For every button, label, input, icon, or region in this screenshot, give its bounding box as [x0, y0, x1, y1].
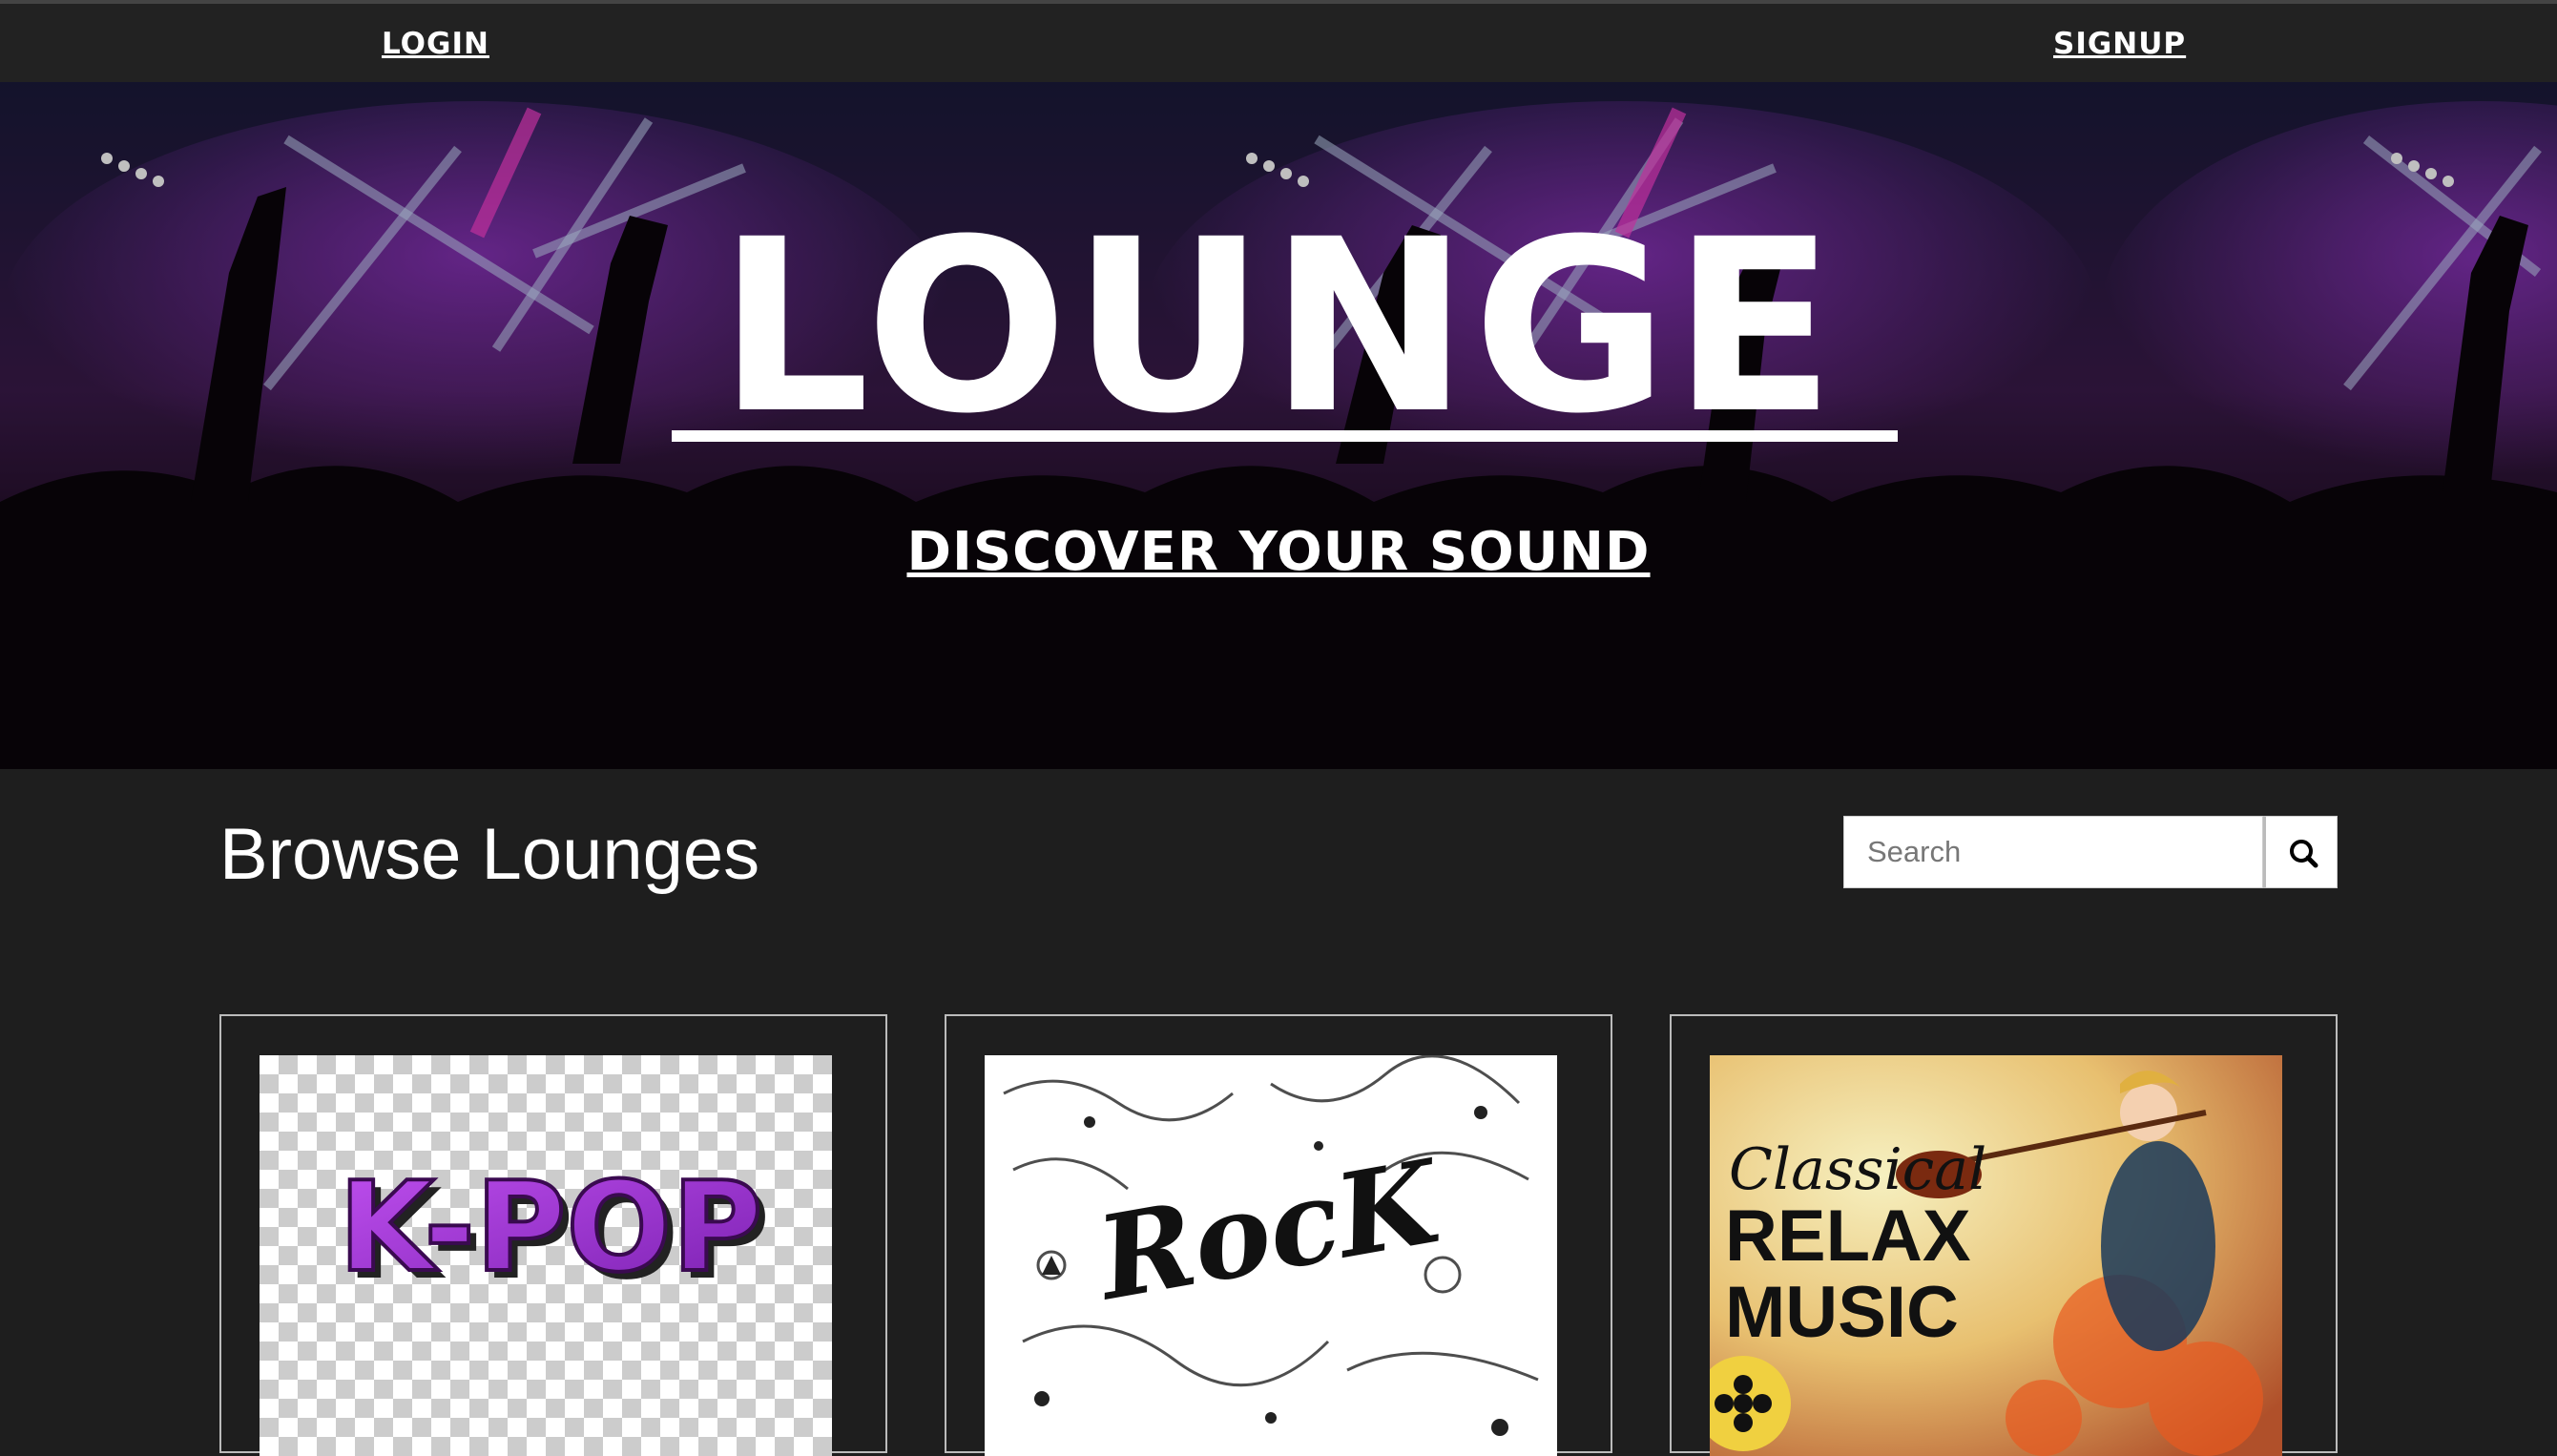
lounge-image-kpop[interactable]: K-POP K-POP	[260, 1055, 832, 1456]
svg-text:Classical: Classical	[1729, 1136, 1986, 1203]
browse-heading: Browse Lounges	[219, 814, 760, 895]
svg-text:MUSIC: MUSIC	[1725, 1272, 1959, 1353]
classical-music-image: Classical RELAX MUSIC	[1710, 1055, 2282, 1456]
top-nav-bar: LOGIN SIGNUP	[0, 0, 2557, 82]
hero-subtitle: DISCOVER YOUR SOUND	[906, 521, 1651, 583]
svg-text:RocK: RocK	[1086, 1134, 1452, 1326]
search-button[interactable]	[2263, 816, 2338, 888]
hero-title: LOUNGE	[717, 188, 1840, 466]
search-input[interactable]	[1843, 816, 2263, 888]
kpop-logo-image: K-POP K-POP	[337, 1153, 770, 1307]
login-link[interactable]: LOGIN	[382, 27, 489, 61]
lounge-card-kpop[interactable]: K-POP K-POP	[219, 1014, 887, 1456]
lounge-card-rock[interactable]: RocK	[945, 1014, 1612, 1456]
signup-link[interactable]: SIGNUP	[2053, 27, 2186, 61]
hero-banner: LOUNGE DISCOVER YOUR SOUND	[0, 82, 2557, 769]
lounge-card-classical[interactable]: Classical RELAX MUSIC	[1670, 1014, 2338, 1456]
lounge-image-rock[interactable]: RocK	[985, 1055, 1557, 1456]
hero-title-underline	[672, 430, 1898, 442]
svg-text:RELAX: RELAX	[1725, 1196, 1971, 1277]
rock-graffiti-image: RocK	[1003, 1055, 1539, 1436]
svg-text:K-POP: K-POP	[339, 1154, 762, 1300]
search-bar	[1843, 816, 2338, 888]
search-icon	[2290, 840, 2318, 868]
lounge-image-classical[interactable]: Classical RELAX MUSIC	[1710, 1055, 2282, 1456]
